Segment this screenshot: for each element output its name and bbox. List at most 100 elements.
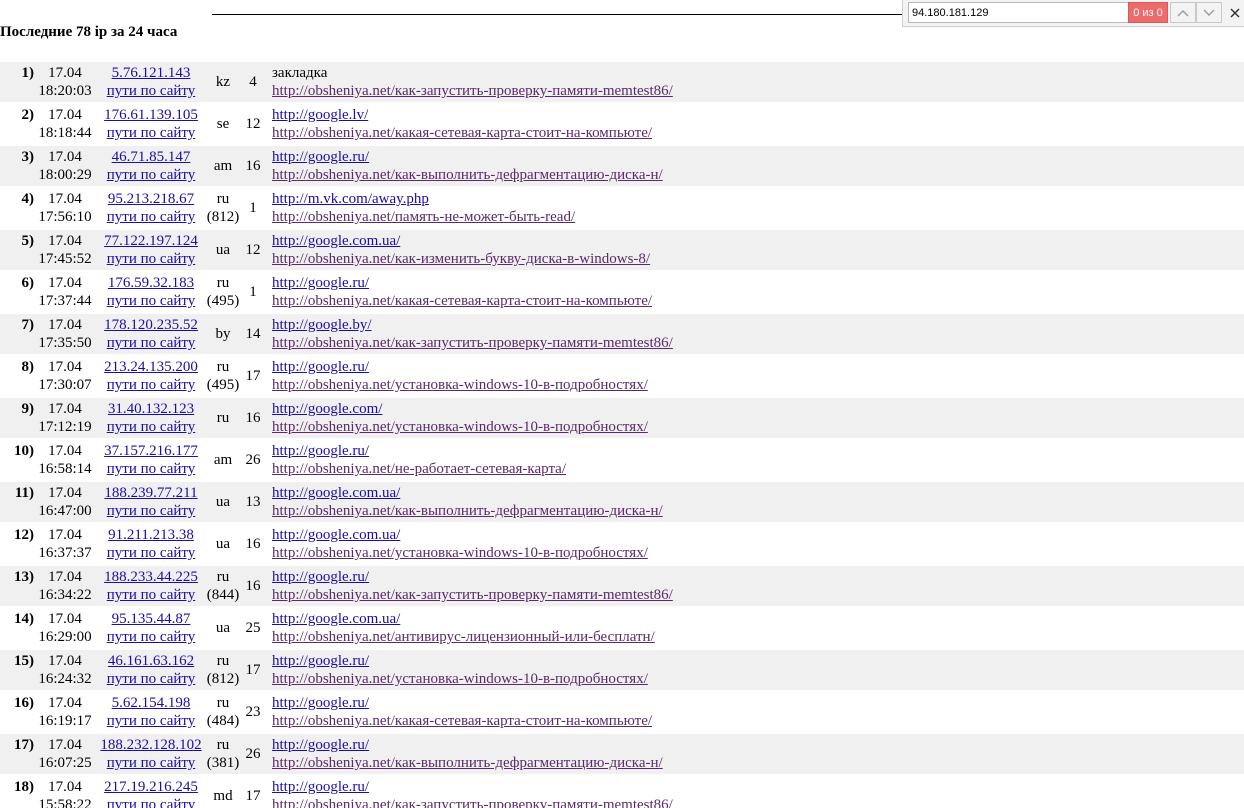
site-path-link[interactable]: пути по сайту bbox=[96, 670, 206, 688]
ip-link[interactable]: 5.62.154.198 bbox=[96, 694, 206, 712]
landing-page-link[interactable]: http://obsheniya.net/какая-сетевая-карта… bbox=[272, 124, 1244, 142]
landing-page-link[interactable]: http://obsheniya.net/как-запустить-прове… bbox=[272, 796, 1244, 808]
referrer-link[interactable]: http://google.lv/ bbox=[272, 106, 1244, 124]
ip-link[interactable]: 95.213.218.67 bbox=[96, 190, 206, 208]
site-path-link[interactable]: пути по сайту bbox=[96, 208, 206, 226]
ip-link[interactable]: 95.135.44.87 bbox=[96, 610, 206, 628]
landing-page-link[interactable]: http://obsheniya.net/как-запустить-прове… bbox=[272, 586, 1244, 604]
visit-date: 17.04 bbox=[48, 149, 82, 165]
site-path-link[interactable]: пути по сайту bbox=[96, 82, 206, 100]
ip-link[interactable]: 188.239.77.211 bbox=[96, 484, 206, 502]
site-path-link[interactable]: пути по сайту bbox=[96, 796, 206, 808]
referrer-link[interactable]: http://google.ru/ bbox=[272, 778, 1244, 796]
site-path-link[interactable]: пути по сайту bbox=[96, 712, 206, 730]
ip-link[interactable]: 176.61.139.105 bbox=[96, 106, 206, 124]
landing-page-link[interactable]: http://obsheniya.net/как-запустить-прове… bbox=[272, 82, 1244, 100]
landing-page-link[interactable]: http://obsheniya.net/как-выполнить-дефра… bbox=[272, 166, 1244, 184]
row-number: 9) bbox=[21, 401, 35, 417]
area-code: (495) bbox=[206, 377, 240, 393]
ip-link[interactable]: 176.59.32.183 bbox=[96, 274, 206, 292]
landing-page-link[interactable]: http://obsheniya.net/как-запустить-прове… bbox=[272, 334, 1244, 352]
referrer-link[interactable]: http://google.ru/ bbox=[272, 694, 1244, 712]
ip-cell: 217.19.216.245 пути по сайту bbox=[96, 776, 206, 808]
referrer-link[interactable]: http://google.com.ua/ bbox=[272, 232, 1244, 250]
referrer-link[interactable]: http://google.com.ua/ bbox=[272, 484, 1244, 502]
site-path-link[interactable]: пути по сайту bbox=[96, 502, 206, 520]
ip-link[interactable]: 188.233.44.225 bbox=[96, 568, 206, 586]
row-number: 7) bbox=[21, 317, 35, 333]
landing-page-link[interactable]: http://obsheniya.net/установка-windows-1… bbox=[272, 544, 1244, 562]
row-number-cell: 6) bbox=[0, 272, 34, 312]
ip-link[interactable]: 217.19.216.245 bbox=[96, 778, 206, 796]
site-path-link[interactable]: пути по сайту bbox=[96, 460, 206, 478]
landing-page-link[interactable]: http://obsheniya.net/антивирус-лицензион… bbox=[272, 628, 1244, 646]
landing-page-link[interactable]: http://obsheniya.net/как-выполнить-дефра… bbox=[272, 754, 1244, 772]
landing-page-link[interactable]: http://obsheniya.net/установка-windows-1… bbox=[272, 670, 1244, 688]
site-path-link[interactable]: пути по сайту bbox=[96, 250, 206, 268]
find-close-button[interactable] bbox=[1226, 2, 1244, 23]
referrer-link[interactable]: http://google.com.ua/ bbox=[272, 526, 1244, 544]
site-path-link[interactable]: пути по сайту bbox=[96, 628, 206, 646]
ip-link[interactable]: 91.211.213.38 bbox=[96, 526, 206, 544]
landing-page-link[interactable]: http://obsheniya.net/не-работает-сетевая… bbox=[272, 460, 1244, 478]
table-row: 3) 17.04 18:00:29 46.71.85.147 пути по сайту… bbox=[0, 146, 1244, 186]
site-path-link[interactable]: пути по сайту bbox=[96, 334, 206, 352]
referrer-link[interactable]: http://google.com/ bbox=[272, 400, 1244, 418]
referrer-cell: http://google.com.ua/http://obsheniya.ne… bbox=[266, 524, 1244, 564]
ip-link[interactable]: 46.71.85.147 bbox=[96, 148, 206, 166]
row-number-cell: 13) bbox=[0, 566, 34, 606]
row-number: 4) bbox=[21, 191, 35, 207]
ip-link[interactable]: 178.120.235.52 bbox=[96, 316, 206, 334]
referrer-link[interactable]: http://google.ru/ bbox=[272, 274, 1244, 292]
ip-link[interactable]: 213.24.135.200 bbox=[96, 358, 206, 376]
site-path-link[interactable]: пути по сайту bbox=[96, 292, 206, 310]
view-count: 1 bbox=[240, 188, 266, 228]
country-code: kz bbox=[215, 74, 231, 90]
find-previous-button[interactable] bbox=[1170, 2, 1196, 23]
ip-link[interactable]: 5.76.121.143 bbox=[96, 64, 206, 82]
visit-date: 17.04 bbox=[48, 527, 82, 543]
table-row: 11) 17.04 16:47:00 188.239.77.211 пути по са… bbox=[0, 482, 1244, 522]
find-next-button[interactable] bbox=[1196, 2, 1222, 23]
datetime-cell: 17.04 16:37:37 bbox=[34, 524, 96, 564]
site-path-link[interactable]: пути по сайту bbox=[96, 124, 206, 142]
referrer-link[interactable]: http://google.by/ bbox=[272, 316, 1244, 334]
referrer-link[interactable]: http://google.ru/ bbox=[272, 652, 1244, 670]
find-input[interactable] bbox=[908, 2, 1128, 23]
referrer-link[interactable]: http://m.vk.com/away.php bbox=[272, 190, 1244, 208]
table-row: 18) 17.04 15:58:22 217.19.216.245 пути по са… bbox=[0, 776, 1244, 808]
referrer-link[interactable]: http://google.ru/ bbox=[272, 442, 1244, 460]
site-path-link[interactable]: пути по сайту bbox=[96, 754, 206, 772]
landing-page-link[interactable]: http://obsheniya.net/какая-сетевая-карта… bbox=[272, 292, 1244, 310]
site-path-link[interactable]: пути по сайту bbox=[96, 376, 206, 394]
referrer-link[interactable]: http://google.ru/ bbox=[272, 736, 1244, 754]
referrer-cell: http://google.ru/http://obsheniya.net/ка… bbox=[266, 272, 1244, 312]
table-row: 13) 17.04 16:34:22 188.233.44.225 пути по са… bbox=[0, 566, 1244, 606]
site-path-link[interactable]: пути по сайту bbox=[96, 586, 206, 604]
ip-link[interactable]: 46.161.63.162 bbox=[96, 652, 206, 670]
view-count: 17 bbox=[240, 356, 266, 396]
landing-page-link[interactable]: http://obsheniya.net/установка-windows-1… bbox=[272, 418, 1244, 436]
referrer-link[interactable]: http://google.ru/ bbox=[272, 568, 1244, 586]
landing-page-link[interactable]: http://obsheniya.net/как-выполнить-дефра… bbox=[272, 502, 1244, 520]
site-path-link[interactable]: пути по сайту bbox=[96, 166, 206, 184]
view-count: 17 bbox=[240, 650, 266, 690]
ip-link[interactable]: 31.40.132.123 bbox=[96, 400, 206, 418]
ip-link[interactable]: 37.157.216.177 bbox=[96, 442, 206, 460]
site-path-link[interactable]: пути по сайту bbox=[96, 544, 206, 562]
country-cell: ua bbox=[206, 608, 240, 648]
referrer-link[interactable]: http://google.com.ua/ bbox=[272, 610, 1244, 628]
landing-page-link[interactable]: http://obsheniya.net/какая-сетевая-карта… bbox=[272, 712, 1244, 730]
landing-page-link[interactable]: http://obsheniya.net/как-изменить-букву-… bbox=[272, 250, 1244, 268]
referrer-link[interactable]: http://google.ru/ bbox=[272, 148, 1244, 166]
row-number: 16) bbox=[14, 695, 34, 711]
landing-page-link[interactable]: http://obsheniya.net/установка-windows-1… bbox=[272, 376, 1244, 394]
ip-link[interactable]: 77.122.197.124 bbox=[96, 232, 206, 250]
row-number-cell: 10) bbox=[0, 440, 34, 480]
site-path-link[interactable]: пути по сайту bbox=[96, 418, 206, 436]
ip-link[interactable]: 188.232.128.102 bbox=[96, 736, 206, 754]
referrer-cell: http://google.com/http://obsheniya.net/у… bbox=[266, 398, 1244, 438]
landing-page-link[interactable]: http://obsheniya.net/память-не-может-быт… bbox=[272, 208, 1244, 226]
referrer-link[interactable]: http://google.ru/ bbox=[272, 358, 1244, 376]
ip-cell: 188.239.77.211 пути по сайту bbox=[96, 482, 206, 522]
